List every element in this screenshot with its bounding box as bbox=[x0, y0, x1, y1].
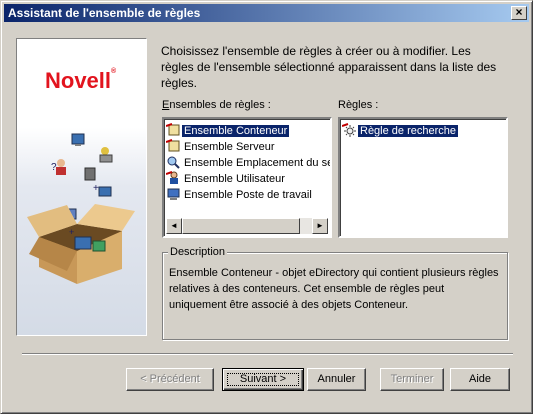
focus-rect bbox=[227, 373, 299, 386]
button-separator bbox=[22, 353, 513, 355]
wizard-side-banner: Novell® ? + ? bbox=[16, 38, 147, 336]
intro-text: Choisissez l'ensemble de règles à créer … bbox=[161, 44, 497, 90]
search-rule-icon bbox=[342, 123, 356, 137]
help-button[interactable]: Aide bbox=[450, 368, 510, 391]
close-button[interactable]: × bbox=[511, 6, 527, 20]
list-item-regle-de-recherche[interactable]: Règle de recherche bbox=[342, 123, 459, 139]
rules-list[interactable]: Règle de recherche bbox=[338, 117, 508, 238]
next-button[interactable]: Suivant > bbox=[222, 368, 304, 391]
rules-label: Règles : bbox=[338, 99, 379, 111]
list-item-ensemble-serveur[interactable]: Ensemble Serveur bbox=[166, 139, 277, 155]
rulesets-horizontal-scrollbar[interactable]: ◄ ► bbox=[166, 218, 328, 234]
search-location-ruleset-icon bbox=[167, 156, 180, 169]
svg-text:+: + bbox=[69, 227, 74, 237]
description-text: Ensemble Conteneur - objet eDirectory qu… bbox=[169, 267, 499, 311]
scroll-right-button[interactable]: ► bbox=[312, 218, 328, 234]
list-item-ensemble-emplacement[interactable]: Ensemble Emplacement du ser bbox=[166, 155, 330, 171]
list-item-ensemble-conteneur[interactable]: Ensemble Conteneur bbox=[166, 123, 290, 139]
cardboard-box: + bbox=[27, 204, 135, 284]
user-ruleset-icon bbox=[166, 171, 178, 184]
box-illustration: ? + ? + bbox=[27, 133, 135, 284]
finish-button[interactable]: Terminer bbox=[380, 368, 444, 391]
svg-text:+: + bbox=[93, 183, 99, 194]
cancel-button[interactable]: Annuler bbox=[307, 368, 366, 391]
back-button[interactable]: < Précédent bbox=[126, 368, 214, 391]
list-item-ensemble-poste[interactable]: Ensemble Poste de travail bbox=[166, 187, 314, 203]
scroll-thumb[interactable] bbox=[182, 218, 300, 234]
server-ruleset-icon bbox=[166, 139, 180, 152]
workstation-ruleset-icon bbox=[167, 188, 180, 200]
title-bar[interactable]: Assistant de l'ensemble de règles × bbox=[4, 4, 529, 22]
window-title: Assistant de l'ensemble de règles bbox=[8, 6, 201, 20]
description-legend: Description bbox=[168, 246, 228, 258]
list-item-ensemble-utilisateur[interactable]: Ensemble Utilisateur bbox=[166, 171, 287, 187]
wizard-window: Assistant de l'ensemble de règles × Nove… bbox=[0, 0, 533, 414]
rulesets-label: Ensembles de règles : bbox=[162, 99, 271, 111]
svg-text:?: ? bbox=[51, 162, 57, 173]
scroll-left-button[interactable]: ◄ bbox=[166, 218, 182, 234]
container-ruleset-icon bbox=[166, 123, 180, 136]
description-group: Description Ensemble Conteneur - objet e… bbox=[162, 246, 508, 340]
rulesets-list[interactable]: Ensemble Conteneur Ensemble Serveur Ense… bbox=[162, 117, 332, 238]
